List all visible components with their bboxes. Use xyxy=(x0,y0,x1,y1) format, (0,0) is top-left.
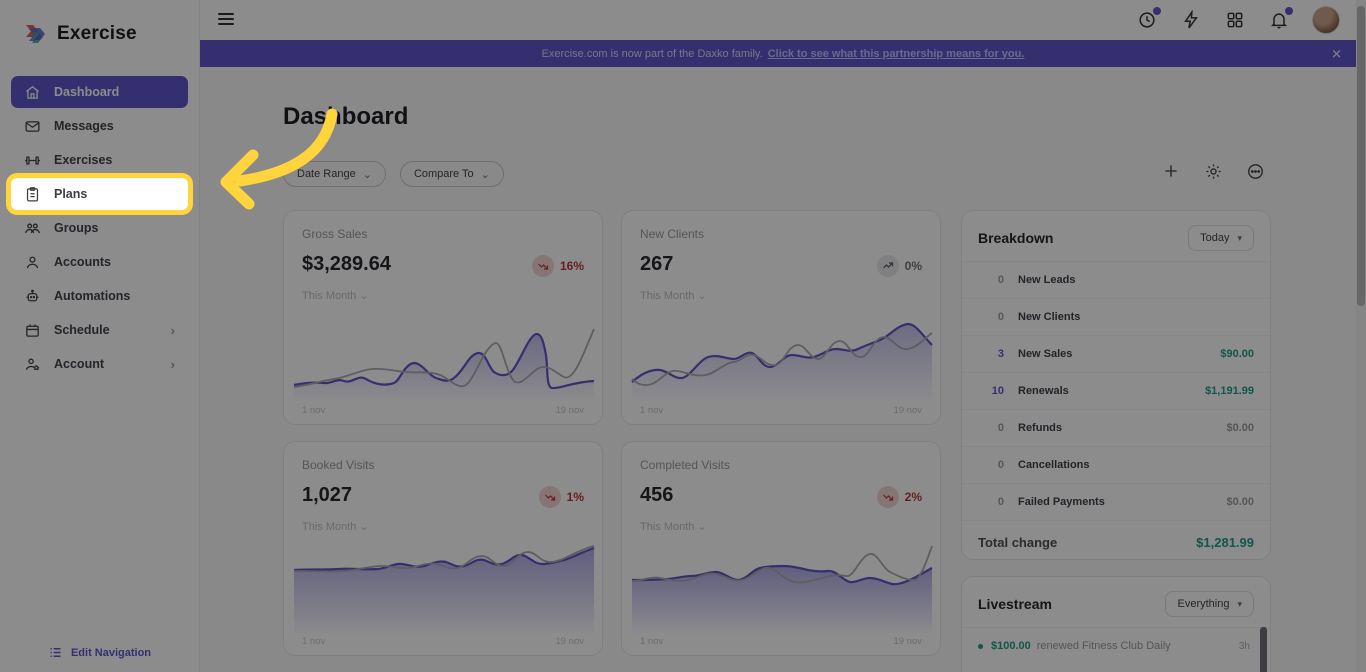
period-dropdown[interactable]: This Month ⌄ xyxy=(640,289,707,302)
settings-gear-icon[interactable] xyxy=(1202,160,1224,182)
breakdown-row-new-leads[interactable]: 0New Leads xyxy=(962,262,1270,299)
breakdown-row-new-clients[interactable]: 0New Clients xyxy=(962,299,1270,336)
apps-grid-icon[interactable] xyxy=(1224,9,1246,31)
trend-badge: 2% xyxy=(877,486,922,508)
notification-dot xyxy=(1285,7,1293,15)
livestream-title: Livestream xyxy=(978,596,1052,612)
trend-up-icon xyxy=(877,255,899,277)
announcement-banner: Exercise.com is now part of the Daxko fa… xyxy=(200,40,1366,67)
sidebar-nav: Dashboard Messages Exercises Plans Group… xyxy=(0,76,199,380)
home-icon xyxy=(24,84,41,101)
calendar-icon xyxy=(24,322,41,339)
breakdown-row-renewals[interactable]: 10Renewals$1,191.99 xyxy=(962,373,1270,410)
add-widget-button[interactable] xyxy=(1160,160,1182,182)
envelope-icon xyxy=(24,118,41,135)
breakdown-row-cancellations[interactable]: 0Cancellations xyxy=(962,447,1270,484)
quick-actions-icon[interactable] xyxy=(1180,9,1202,31)
chevron-right-icon: › xyxy=(171,323,175,338)
topbar xyxy=(200,0,1366,40)
period-dropdown[interactable]: This Month ⌄ xyxy=(640,520,707,533)
sidebar-item-accounts[interactable]: Accounts xyxy=(11,246,188,278)
brand-logo-icon xyxy=(24,22,48,46)
scrollbar-thumb[interactable] xyxy=(1357,6,1365,306)
trend-badge: 0% xyxy=(877,255,922,277)
banner-text: Exercise.com is now part of the Daxko fa… xyxy=(542,48,763,60)
edit-navigation-button[interactable]: Edit Navigation xyxy=(0,645,199,660)
chevron-right-icon: › xyxy=(171,357,175,372)
robot-icon xyxy=(24,288,41,305)
banner-link[interactable]: Click to see what this partnership means… xyxy=(768,48,1025,60)
period-dropdown[interactable]: This Month ⌄ xyxy=(302,289,369,302)
bell-icon[interactable] xyxy=(1268,9,1290,31)
period-dropdown[interactable]: This Month ⌄ xyxy=(302,520,369,533)
new-clients-chart xyxy=(626,307,938,402)
breakdown-row-refunds[interactable]: 0Refunds$0.00 xyxy=(962,410,1270,447)
breakdown-filter-dropdown[interactable]: Today▾ xyxy=(1188,225,1254,251)
stat-card-gross-sales: Gross Sales $3,289.64 This Month ⌄ 16% 1… xyxy=(283,210,603,425)
trend-down-icon xyxy=(877,486,899,508)
trend-down-icon xyxy=(539,486,561,508)
breakdown-total-row: Total change $1,281.99 xyxy=(962,521,1270,563)
activity-dot xyxy=(978,644,983,649)
stat-card-completed-visits: Completed Visits 456 This Month ⌄ 2% 1 n… xyxy=(621,441,941,656)
user-avatar[interactable] xyxy=(1312,6,1340,34)
sidebar-item-account[interactable]: Account › xyxy=(11,348,188,380)
hamburger-menu-icon[interactable] xyxy=(218,10,234,28)
brand-logo: Exercise xyxy=(0,0,199,46)
sidebar-item-groups[interactable]: Groups xyxy=(11,212,188,244)
trend-badge: 16% xyxy=(532,255,584,277)
livestream-scrollbar[interactable] xyxy=(1260,627,1267,672)
stat-card-new-clients: New Clients 267 This Month ⌄ 0% 1 nov19 … xyxy=(621,210,941,425)
activity-clock-icon[interactable] xyxy=(1136,9,1158,31)
breakdown-panel: Breakdown Today▾ 0New Leads 0New Clients… xyxy=(961,210,1271,560)
chevron-down-icon: ⌄ xyxy=(363,168,372,181)
chevron-down-icon: ▾ xyxy=(1237,233,1242,244)
completed-visits-chart xyxy=(626,538,938,633)
livestream-filter-dropdown[interactable]: Everything▾ xyxy=(1165,591,1254,617)
person-gear-icon xyxy=(24,356,41,373)
trend-badge: 1% xyxy=(539,486,584,508)
person-icon xyxy=(24,254,41,271)
main-area: Exercise.com is now part of the Daxko fa… xyxy=(200,0,1366,672)
breakdown-title: Breakdown xyxy=(978,230,1053,246)
sidebar-item-messages[interactable]: Messages xyxy=(11,110,188,142)
gross-sales-chart xyxy=(288,307,600,402)
sidebar: Exercise Dashboard Messages Exercises Pl… xyxy=(0,0,200,672)
chevron-down-icon: ⌄ xyxy=(481,168,490,181)
sidebar-item-plans[interactable]: Plans xyxy=(11,178,188,210)
booked-visits-chart xyxy=(288,538,600,633)
livestream-item[interactable]: $100.00 renewed Fitness Club Daily 3h xyxy=(962,628,1270,664)
chevron-down-icon: ▾ xyxy=(1237,599,1242,610)
breakdown-row-new-sales[interactable]: 3New Sales$90.00 xyxy=(962,336,1270,373)
dumbbell-icon xyxy=(24,152,41,169)
more-options-icon[interactable] xyxy=(1244,160,1266,182)
notification-dot xyxy=(1153,7,1161,15)
sidebar-item-automations[interactable]: Automations xyxy=(11,280,188,312)
compare-to-dropdown[interactable]: Compare To ⌄ xyxy=(400,161,504,187)
sidebar-item-dashboard[interactable]: Dashboard xyxy=(11,76,188,108)
clipboard-icon xyxy=(24,186,41,203)
breakdown-row-failed-payments[interactable]: 0Failed Payments$0.00 xyxy=(962,484,1270,521)
close-icon[interactable]: ✕ xyxy=(1331,47,1342,60)
trend-down-icon xyxy=(532,255,554,277)
people-icon xyxy=(24,220,41,237)
sidebar-item-exercises[interactable]: Exercises xyxy=(11,144,188,176)
sidebar-item-schedule[interactable]: Schedule › xyxy=(11,314,188,346)
page-title: Dashboard xyxy=(283,103,408,131)
date-range-dropdown[interactable]: Date Range ⌄ xyxy=(283,161,386,187)
list-icon xyxy=(48,645,63,660)
page-scrollbar xyxy=(1356,0,1366,672)
livestream-panel: Livestream Everything▾ $100.00 renewed F… xyxy=(961,576,1271,672)
stat-card-booked-visits: Booked Visits 1,027 This Month ⌄ 1% 1 no… xyxy=(283,441,603,656)
brand-name: Exercise xyxy=(57,23,137,45)
